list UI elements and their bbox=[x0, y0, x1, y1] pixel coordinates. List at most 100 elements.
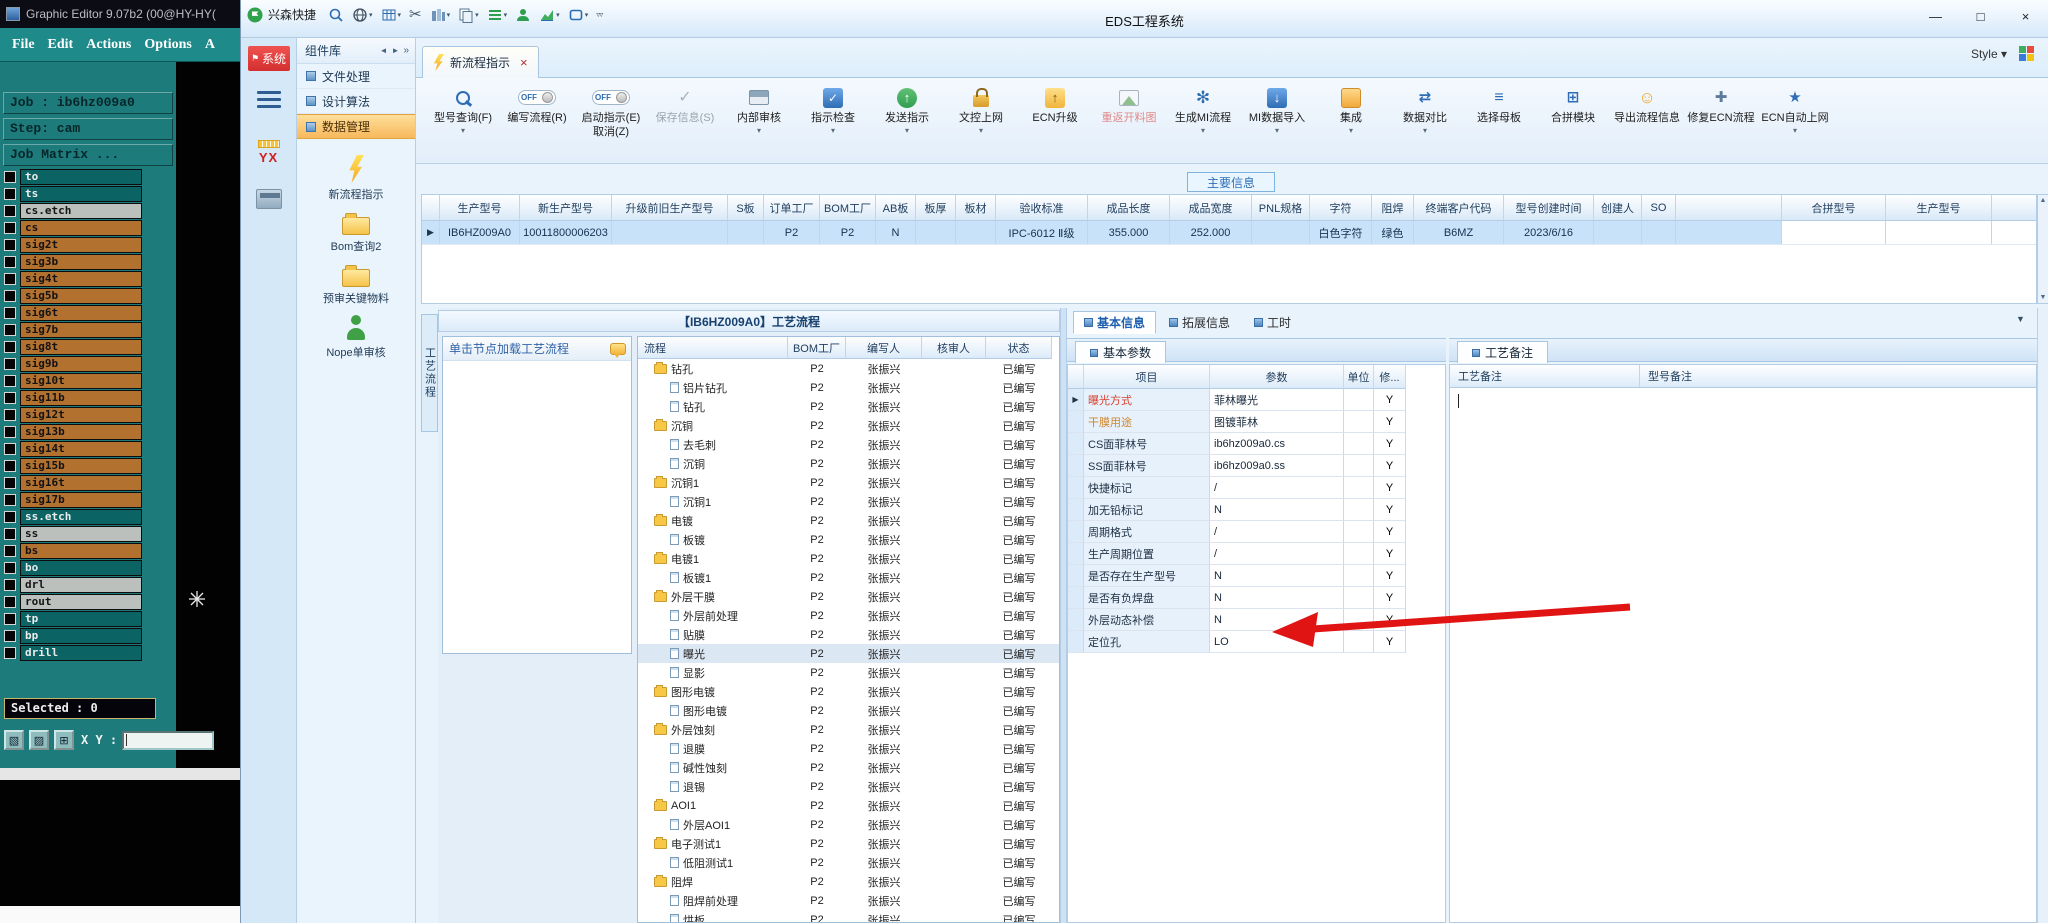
tab-process-notes[interactable]: 工艺备注 bbox=[1457, 341, 1549, 363]
param-row[interactable]: 干膜用途 图镀菲林 Y bbox=[1068, 411, 1445, 433]
tree-row[interactable]: 电镀1 P2 张振兴 已编写 bbox=[638, 549, 1059, 568]
layer-toggle-button[interactable] bbox=[4, 255, 16, 268]
param-col-header[interactable] bbox=[1068, 365, 1084, 389]
param-value-cell[interactable]: N bbox=[1210, 587, 1344, 609]
tab-work-hours[interactable]: 工时 bbox=[1243, 311, 1302, 334]
tree-row[interactable]: 板镀1 P2 张振兴 已编写 bbox=[638, 568, 1059, 587]
layer-row[interactable]: sig15b bbox=[4, 457, 142, 474]
grid-col-header[interactable]: BOM工厂 bbox=[820, 195, 876, 220]
layer-toggle-button[interactable] bbox=[4, 204, 16, 217]
param-row[interactable]: ▶ 曝光方式 菲林曝光 Y bbox=[1068, 389, 1445, 411]
dropdown-caret-icon[interactable]: ▾ bbox=[398, 11, 402, 19]
component-tab-1[interactable]: 文件处理 bbox=[297, 64, 415, 89]
tab-new-process-instruction[interactable]: 新流程指示 × bbox=[422, 46, 539, 78]
menu-a[interactable]: A bbox=[205, 37, 215, 53]
tree-row[interactable]: 外层AOI1 P2 张振兴 已编写 bbox=[638, 815, 1059, 834]
globe-toolbar-button[interactable]: ▾ bbox=[352, 7, 373, 23]
minimize-button[interactable]: — bbox=[1913, 0, 1958, 33]
tab-close-icon[interactable]: × bbox=[520, 55, 528, 70]
scroll-up-icon[interactable]: ▲ bbox=[2040, 197, 2047, 204]
param-value-cell[interactable]: N bbox=[1210, 565, 1344, 587]
param-value-cell[interactable]: ib6hz009a0.ss bbox=[1210, 455, 1344, 477]
param-value-cell[interactable]: / bbox=[1210, 477, 1344, 499]
grid-col-header[interactable]: 阻焊 bbox=[1372, 195, 1414, 220]
dropdown-caret-icon[interactable]: ▾ bbox=[585, 11, 589, 19]
tree-row[interactable]: 贴膜 P2 张振兴 已编写 bbox=[638, 625, 1059, 644]
grid-tool-button[interactable]: ⊞ bbox=[54, 730, 74, 750]
layer-toggle-button[interactable] bbox=[4, 527, 16, 540]
param-value-cell[interactable]: / bbox=[1210, 521, 1344, 543]
tree-row[interactable]: 烘板 P2 张振兴 已编写 bbox=[638, 910, 1059, 922]
tree-col-header[interactable]: BOM工厂 bbox=[788, 337, 846, 359]
right-scroll-strip[interactable] bbox=[2037, 308, 2048, 923]
layer-toggle-button[interactable] bbox=[4, 510, 16, 523]
tree-row[interactable]: 低阻测试1 P2 张振兴 已编写 bbox=[638, 853, 1059, 872]
layer-row[interactable]: sig4t bbox=[4, 270, 142, 287]
ribbon-button-16[interactable]: ⊞ 合拼模块 bbox=[1536, 84, 1610, 125]
vertical-tab-process-flow[interactable]: 工艺流程 bbox=[421, 314, 438, 432]
tree-row[interactable]: 图形电镀 P2 张振兴 已编写 bbox=[638, 682, 1059, 701]
layer-toggle-button[interactable] bbox=[4, 357, 16, 370]
param-col-header[interactable]: 单位 bbox=[1344, 365, 1374, 389]
scroll-down-icon[interactable]: ▼ bbox=[2040, 294, 2047, 301]
dropdown-caret-icon[interactable]: ▾ bbox=[757, 126, 761, 136]
eds-titlebar[interactable]: 兴森快捷 ▾ ▾ ✂ ▾ ▾ ▾ ▾ ▾ ▿▿ EDS工程系统 — □ × bbox=[241, 0, 2048, 38]
grid-col-header[interactable]: 成品宽度 bbox=[1170, 195, 1252, 220]
tree-row[interactable]: 退膜 P2 张振兴 已编写 bbox=[638, 739, 1059, 758]
param-col-header[interactable]: 修... bbox=[1374, 365, 1406, 389]
layer-toggle-button[interactable] bbox=[4, 425, 16, 438]
param-row[interactable]: 定位孔 LO Y bbox=[1068, 631, 1445, 653]
component-item-1[interactable]: 新流程指示 bbox=[329, 155, 384, 202]
theme-color-icon[interactable] bbox=[2019, 46, 2034, 61]
layer-toggle-button[interactable] bbox=[4, 408, 16, 421]
user-toolbar-button[interactable] bbox=[515, 7, 531, 23]
dropdown-caret-icon[interactable]: ▾ bbox=[1275, 126, 1279, 136]
ribbon-button-7[interactable]: ↑ 发送指示 ▾ bbox=[870, 84, 944, 136]
layer-row[interactable]: sig16t bbox=[4, 474, 142, 491]
layer-toggle-button[interactable] bbox=[4, 187, 16, 200]
param-value-cell[interactable]: N bbox=[1210, 609, 1344, 631]
customize-toolbar-button[interactable]: ▿▿ bbox=[596, 10, 603, 19]
layer-row[interactable]: sig9b bbox=[4, 355, 142, 372]
component-item-3[interactable]: 预审关键物料 bbox=[323, 263, 389, 306]
chart-toolbar-button[interactable]: ▾ bbox=[539, 7, 560, 23]
grid-col-header[interactable]: 成品长度 bbox=[1088, 195, 1170, 220]
layer-row[interactable]: sig11b bbox=[4, 389, 142, 406]
tab-extended-info[interactable]: 拓展信息 bbox=[1158, 311, 1241, 334]
tree-row[interactable]: AOI1 P2 张振兴 已编写 bbox=[638, 796, 1059, 815]
layer-toggle-button[interactable] bbox=[4, 289, 16, 302]
param-value-cell[interactable]: N bbox=[1210, 499, 1344, 521]
grid-vertical-scrollbar[interactable]: ▲ ▼ bbox=[2037, 194, 2048, 304]
param-value-cell[interactable]: LO bbox=[1210, 631, 1344, 653]
layer-toggle-button[interactable] bbox=[4, 374, 16, 387]
layer-toggle-button[interactable] bbox=[4, 646, 16, 659]
tree-row[interactable]: 显影 P2 张振兴 已编写 bbox=[638, 663, 1059, 682]
grid-col-header[interactable]: 生产型号 bbox=[440, 195, 520, 220]
dropdown-caret-icon[interactable]: ▾ bbox=[461, 126, 465, 136]
layer-row[interactable]: ss.etch bbox=[4, 508, 142, 525]
layer-toggle-button[interactable] bbox=[4, 170, 16, 183]
layer-row[interactable]: sig5b bbox=[4, 287, 142, 304]
tree-row[interactable]: 沉铜1 P2 张振兴 已编写 bbox=[638, 473, 1059, 492]
param-row[interactable]: 加无铅标记 N Y bbox=[1068, 499, 1445, 521]
tree-col-header[interactable]: 核审人 bbox=[922, 337, 986, 359]
tree-row[interactable]: 外层蚀刻 P2 张振兴 已编写 bbox=[638, 720, 1059, 739]
layer-toggle-button[interactable] bbox=[4, 493, 16, 506]
tab-basic-params[interactable]: 基本参数 bbox=[1075, 341, 1167, 363]
grid-col-header[interactable]: 字符 bbox=[1310, 195, 1372, 220]
layer-row[interactable]: tp bbox=[4, 610, 142, 627]
collapse-caret-icon[interactable]: ▼ bbox=[2016, 314, 2025, 324]
grid-col-header[interactable]: 板材 bbox=[956, 195, 996, 220]
menu-options[interactable]: Options bbox=[144, 37, 191, 53]
ribbon-button-9[interactable]: ↑ ECN升级 bbox=[1018, 84, 1092, 125]
grid-col-header[interactable]: 验收标准 bbox=[996, 195, 1088, 220]
grid-col-header[interactable]: 创建人 bbox=[1594, 195, 1642, 220]
menu-edit[interactable]: Edit bbox=[48, 37, 74, 53]
ribbon-button-8[interactable]: 文控上网 ▾ bbox=[944, 84, 1018, 136]
dropdown-caret-icon[interactable]: ▾ bbox=[556, 11, 560, 19]
layer-row[interactable]: sig12t bbox=[4, 406, 142, 423]
menu-icon[interactable] bbox=[256, 91, 281, 108]
pin-panel-icon[interactable]: » bbox=[401, 45, 411, 56]
layer-row[interactable]: sig6t bbox=[4, 304, 142, 321]
device-icon[interactable] bbox=[255, 189, 282, 209]
